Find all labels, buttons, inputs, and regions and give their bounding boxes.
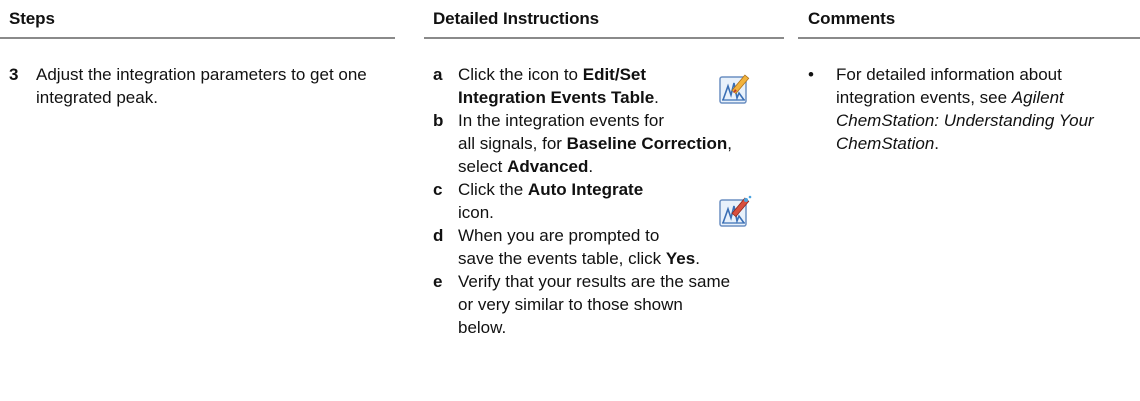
header-steps: Steps (9, 9, 55, 28)
auto-integrate-label: Auto Integrate (527, 180, 644, 199)
step-number: 3 (9, 65, 19, 84)
header-rule-comments (798, 37, 1140, 39)
instruction-letter: a (433, 65, 443, 84)
edit-set-label: Edit/Set (582, 65, 647, 84)
reference-title: Agilent (1011, 88, 1064, 107)
comment-text: For detailed information about integrati… (836, 65, 1094, 153)
step-text: Adjust the integration parameters to get… (36, 65, 367, 107)
header-rule-instructions (424, 37, 784, 39)
header-rule-steps (0, 37, 395, 39)
edit-integration-events-icon[interactable] (719, 71, 753, 105)
instruction-letter: c (433, 180, 443, 199)
header-comments: Comments (808, 9, 896, 28)
instruction-letter: d (433, 226, 444, 245)
instruction-letter: e (433, 272, 443, 291)
yes-label: Yes (665, 249, 696, 268)
instruction-letter: b (433, 111, 444, 130)
advanced-label: Advanced (507, 157, 589, 176)
auto-integrate-icon[interactable] (719, 194, 753, 228)
integration-events-table-label: Integration Events Table (458, 88, 655, 107)
header-detailed-instructions: Detailed Instructions (433, 9, 600, 28)
table-header: Steps Detailed Instructions Comments (0, 0, 1140, 37)
baseline-correction-label: Baseline Correction (566, 134, 728, 153)
comment-bullet: • (808, 65, 814, 84)
